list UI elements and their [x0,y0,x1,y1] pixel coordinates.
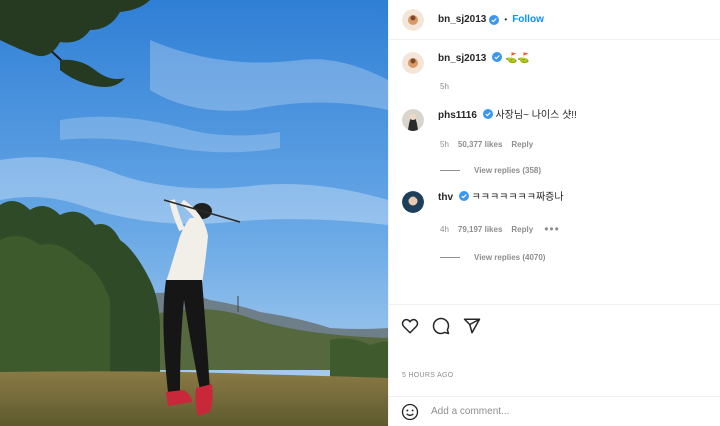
commenter-username[interactable]: thv [438,192,453,203]
more-options-icon[interactable]: ••• [544,222,560,236]
author-username[interactable]: bn_sj2013 [438,14,486,25]
caption-username[interactable]: bn_sj2013 [438,53,486,64]
reply-button[interactable]: Reply [511,225,533,234]
verified-badge-icon [458,191,469,201]
golf-swing-photo [0,0,388,426]
comment-text: 사장님~ 나이스 샷!! [495,110,577,121]
verified-badge-icon [492,52,503,62]
caption: bn_sj2013 ⛳⛳ 5h [402,52,710,91]
view-replies-label: View replies (358) [474,166,541,175]
commenter-avatar[interactable] [402,191,424,213]
follow-button[interactable]: Follow [512,14,544,25]
comment-icon [432,317,450,335]
view-replies-button[interactable]: View replies (358) [440,166,710,175]
post-photo[interactable] [0,0,388,426]
caption-avatar[interactable] [402,52,424,74]
separator-dot: • [504,15,508,24]
post-sidebar: bn_sj2013 • Follow bn_sj2013 ⛳⛳ 5h phs11… [388,0,720,426]
comment-item: thv ㅋㅋㅋㅋㅋㅋㅋ짜증나 4h 79,197 likes Reply ••• [402,191,710,262]
comment-text: ㅋㅋㅋㅋㅋㅋㅋ짜증나 [471,192,564,203]
view-replies-button[interactable]: View replies (4070) [440,253,710,262]
comment-time: 5h [440,140,449,149]
comment-input[interactable] [431,406,691,417]
commenter-username[interactable]: phs1116 [438,110,477,121]
post-timestamp: 5 HOURS AGO [402,372,454,379]
comment-likes[interactable]: 50,377 likes [458,140,502,149]
view-replies-label: View replies (4070) [474,253,546,262]
instagram-post: bn_sj2013 • Follow bn_sj2013 ⛳⛳ 5h phs11… [0,0,720,426]
emoji-icon [401,403,419,420]
verified-badge-icon [482,109,493,119]
caption-time: 5h [440,82,449,91]
comment-time: 4h [440,224,449,234]
heart-icon [401,318,419,334]
divider-line [440,170,460,171]
post-header: bn_sj2013 • Follow [389,0,720,40]
author-avatar[interactable] [402,8,424,31]
comment-item: phs1116 사장님~ 나이스 샷!! 5h 50,377 likes Rep… [402,109,710,175]
action-bar [389,304,720,335]
comment-button[interactable] [432,317,450,335]
share-icon [463,318,481,334]
reply-button[interactable]: Reply [511,140,533,149]
caption-text: ⛳⛳ [504,53,530,64]
comments-list: bn_sj2013 ⛳⛳ 5h phs1116 사장님~ 나이스 샷!! 5h … [402,52,710,262]
add-comment-bar [389,396,720,426]
emoji-button[interactable] [401,403,419,421]
verified-badge-icon [489,14,500,25]
commenter-avatar[interactable] [402,109,424,131]
like-button[interactable] [401,317,419,335]
divider-line [440,257,460,258]
comment-likes[interactable]: 79,197 likes [458,225,502,234]
share-button[interactable] [463,317,481,335]
